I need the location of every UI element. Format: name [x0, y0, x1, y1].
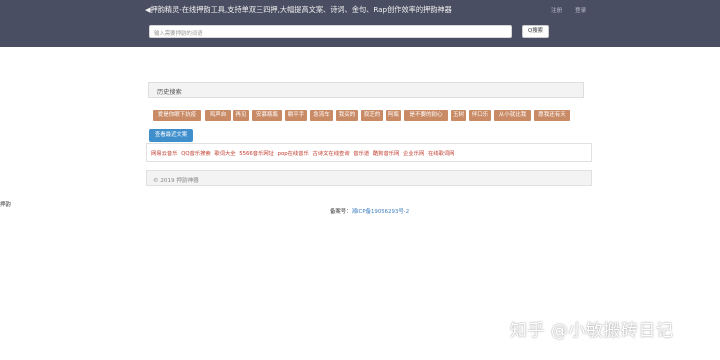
- zhihu-watermark: 知乎 @小敏搬砖日记: [510, 321, 674, 341]
- history-tag[interactable]: 再见: [233, 110, 249, 121]
- broken-image: 押韵: [0, 202, 11, 208]
- site-title[interactable]: ◀押韵精灵-在线押韵工具,支持单双三四押,大幅提高文案、诗词、金句、Rap创作效…: [145, 5, 452, 15]
- login-link[interactable]: 登录: [575, 8, 586, 14]
- icp-label: 备案号：: [330, 209, 352, 215]
- icp-link[interactable]: 湘ICP备19056293号-2: [352, 209, 410, 215]
- history-tag[interactable]: 急流车: [310, 110, 333, 121]
- history-tag[interactable]: 鸡声自: [205, 110, 231, 121]
- friend-links: 网易云音乐 QQ音乐搜索 歌词大全 5566音乐网址 pop在线音乐 古诗文在线…: [151, 149, 456, 157]
- history-tag[interactable]: 爱是你眼下抗疫: [153, 110, 201, 121]
- friend-link[interactable]: 歌词大全: [214, 151, 235, 157]
- history-tag[interactable]: 玉树: [451, 110, 466, 121]
- history-tag[interactable]: 伴口乐: [469, 110, 491, 121]
- copyright-footer: © 2019 押韵神器: [146, 170, 592, 186]
- history-tag[interactable]: 寂芝的: [361, 110, 383, 121]
- friend-link[interactable]: QQ音乐搜索: [181, 151, 211, 157]
- history-tag[interactable]: 愿我还有天: [534, 110, 570, 121]
- history-tag[interactable]: 我买的: [336, 110, 358, 121]
- icp-record: 备案号：湘ICP备19056293号-2: [330, 207, 409, 215]
- friend-link[interactable]: 企业乐网: [403, 151, 424, 157]
- top-navbar: ◀押韵精灵-在线押韵工具,支持单双三四押,大幅提高文案、诗词、金句、Rap创作效…: [0, 0, 720, 47]
- friend-link[interactable]: 音乐道: [353, 151, 369, 157]
- friend-link[interactable]: pop在线音乐: [278, 151, 309, 157]
- history-tag[interactable]: 躺平手: [285, 110, 307, 121]
- register-link[interactable]: 注册: [551, 8, 562, 14]
- history-tag[interactable]: 阿瓶: [386, 110, 401, 121]
- friend-link[interactable]: 酷狗音乐网: [373, 151, 400, 157]
- history-tag[interactable]: 安慕瓶瓶: [252, 110, 282, 121]
- history-tags: 爱是你眼下抗疫 鸡声自 再见 安慕瓶瓶 躺平手 急流车 我买的 寂芝的 阿瓶 是…: [153, 110, 593, 122]
- history-tag[interactable]: 从小就比我: [494, 110, 531, 121]
- show-all-button[interactable]: 查看最近文案: [149, 129, 193, 142]
- friend-link[interactable]: 网易云音乐: [151, 151, 178, 157]
- history-panel-title: 历史搜索: [148, 82, 584, 98]
- friend-link[interactable]: 古诗文在线查询: [313, 151, 350, 157]
- search-button[interactable]: Q搜索: [522, 25, 549, 38]
- account-links: 注册 登录: [551, 6, 597, 14]
- friend-link[interactable]: 5566音乐网址: [239, 151, 274, 157]
- friend-link[interactable]: 在线歌词网: [428, 151, 455, 157]
- search-input[interactable]: 输入需要押韵的词语: [149, 25, 512, 38]
- history-tag[interactable]: 是不要的耐心: [404, 110, 448, 121]
